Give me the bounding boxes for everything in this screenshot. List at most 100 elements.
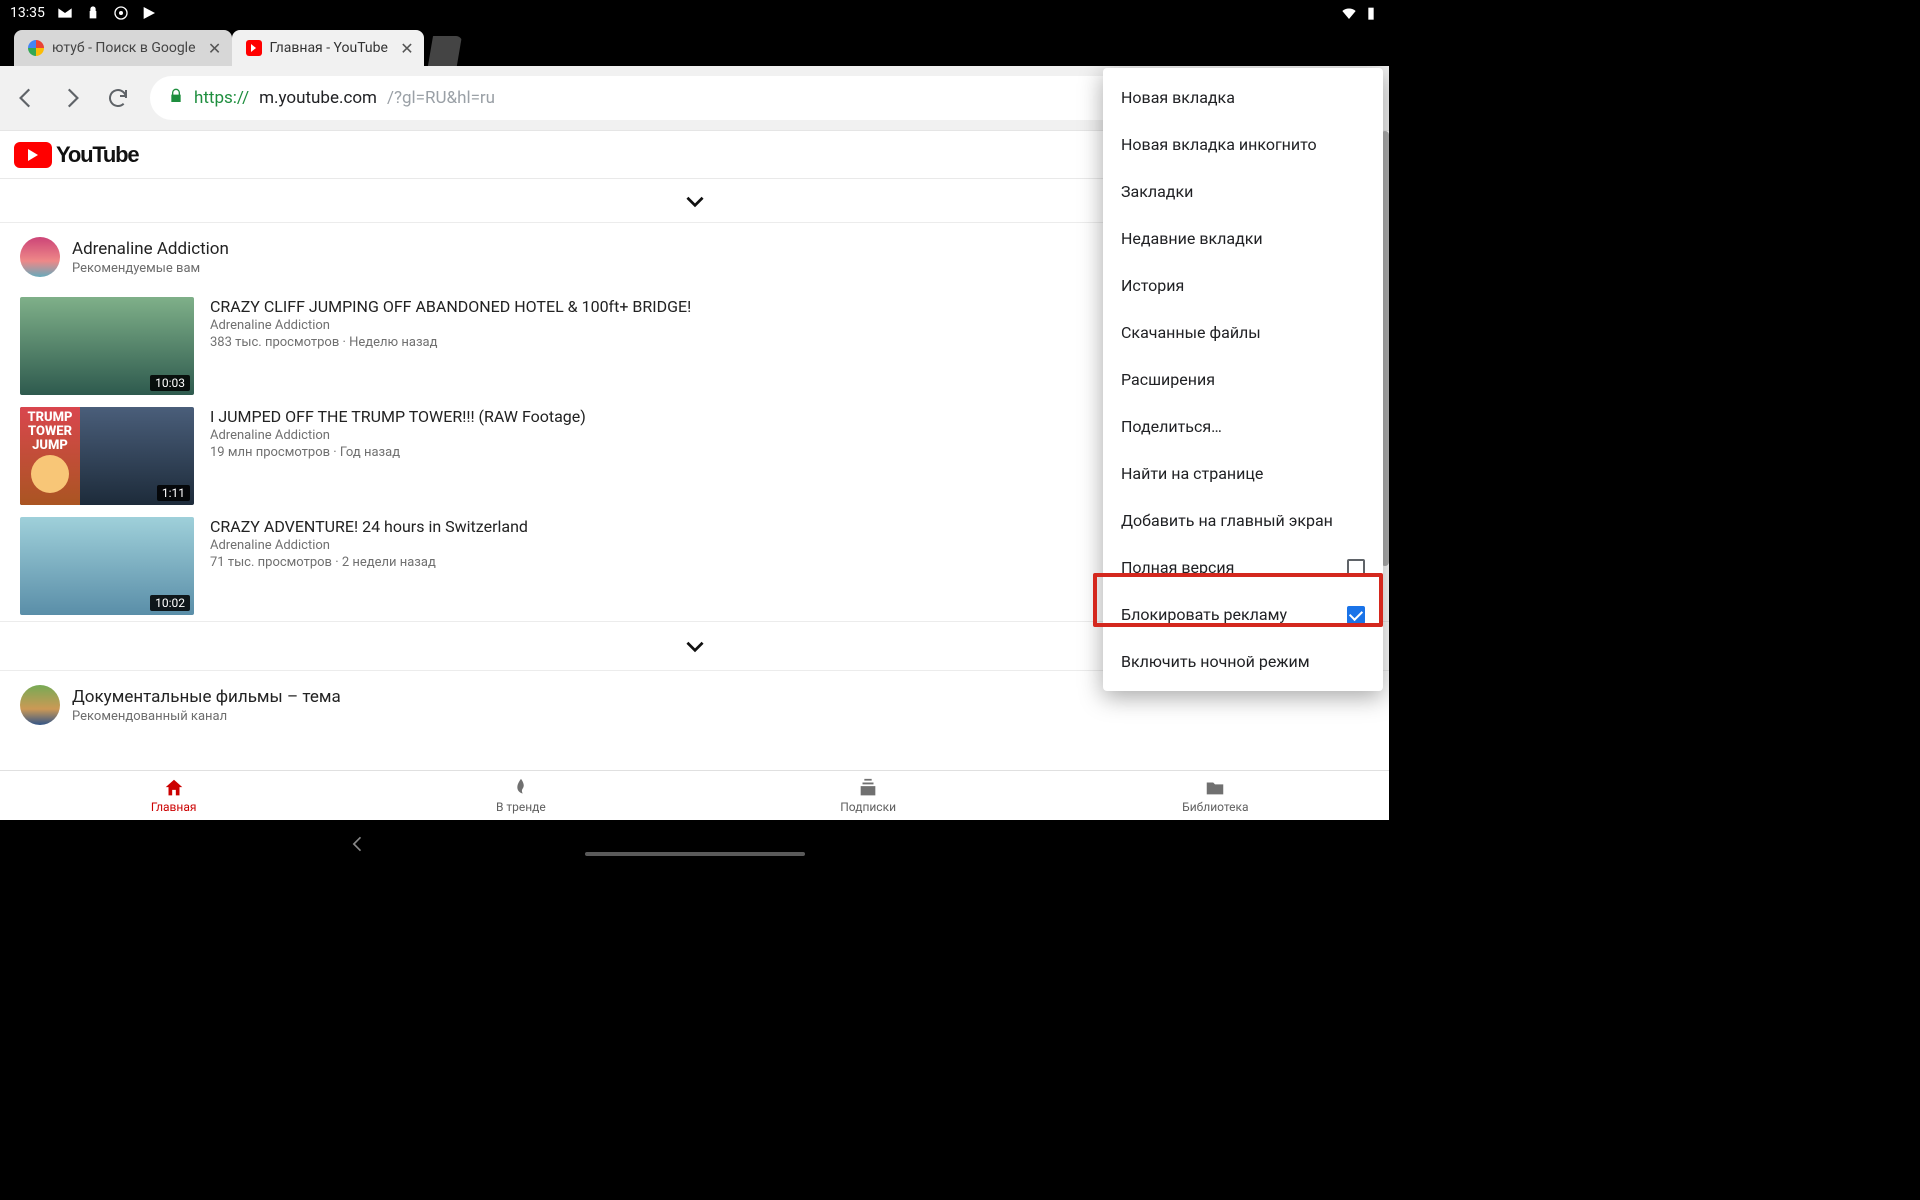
video-duration: 1:11 (157, 485, 190, 501)
gmail-icon (57, 5, 73, 21)
menu-item[interactable]: Недавние вкладки (1103, 215, 1383, 262)
bottom-nav-label: Главная (151, 800, 197, 814)
android-nav-bar (0, 820, 1389, 868)
bottom-nav-home[interactable]: Главная (0, 771, 347, 820)
overlay-line: TOWER (28, 425, 72, 439)
youtube-wordmark: YouTube (56, 142, 138, 168)
menu-item[interactable]: Новая вкладка инкогнито (1103, 121, 1383, 168)
menu-item-label: Блокировать рекламу (1121, 605, 1287, 624)
back-button[interactable] (12, 84, 40, 112)
menu-item[interactable]: Поделиться… (1103, 403, 1383, 450)
channel-avatar (20, 237, 60, 277)
video-duration: 10:02 (150, 595, 190, 611)
home-icon (163, 777, 185, 799)
video-channel: Adrenaline Addiction (210, 428, 586, 443)
channel-avatar (20, 685, 60, 725)
video-channel: Adrenaline Addiction (210, 538, 528, 553)
bottom-nav-label: Библиотека (1182, 800, 1248, 814)
video-title: CRAZY ADVENTURE! 24 hours in Switzerland (210, 517, 528, 536)
video-thumbnail: 10:02 (20, 517, 194, 615)
menu-item[interactable]: Включить ночной режим (1103, 638, 1383, 685)
android-back-button[interactable] (348, 834, 368, 858)
wifi-icon (1341, 5, 1357, 21)
menu-item[interactable]: Новая вкладка (1103, 74, 1383, 121)
url-path: /?gl=RU&hl=ru (387, 88, 495, 108)
tab-title: ютуб - Поиск в Google (52, 40, 196, 56)
menu-item-label: Новая вкладка (1121, 88, 1235, 107)
battery-icon (1363, 5, 1379, 21)
channel-name: Документальные фильмы – тема (72, 687, 341, 707)
tab-title: Главная - YouTube (270, 40, 388, 56)
menu-item[interactable]: Найти на странице (1103, 450, 1383, 497)
video-duration: 10:03 (150, 375, 190, 391)
menu-item-label: Добавить на главный экран (1121, 511, 1333, 530)
fire-icon (510, 777, 532, 799)
youtube-logo[interactable]: YouTube (14, 142, 138, 168)
close-icon[interactable]: ✕ (206, 39, 224, 57)
lock-icon (168, 88, 184, 109)
video-views: 71 тыс. просмотров · 2 недели назад (210, 555, 528, 570)
youtube-bottom-nav: Главная В тренде Подписки Библиотека (0, 770, 1389, 820)
chevron-down-icon (682, 633, 708, 659)
video-channel: Adrenaline Addiction (210, 318, 691, 333)
checkbox-icon[interactable] (1347, 559, 1365, 577)
folder-icon (1204, 777, 1226, 799)
overlay-line: JUMP (32, 439, 68, 453)
video-thumbnail: TRUMP TOWER JUMP 1:11 (20, 407, 194, 505)
overlay-line: TRUMP (28, 411, 73, 425)
tab-google-search[interactable]: ютуб - Поиск в Google ✕ (14, 30, 232, 66)
close-icon[interactable]: ✕ (398, 39, 416, 57)
youtube-play-icon (14, 142, 52, 168)
video-views: 19 млн просмотров · Год назад (210, 445, 586, 460)
menu-item-label: Полная версия (1121, 558, 1234, 577)
menu-item-label: Найти на странице (1121, 464, 1263, 483)
new-tab-button[interactable] (428, 36, 462, 66)
thumbnail-text-overlay: TRUMP TOWER JUMP (20, 407, 80, 505)
menu-item-label: Закладки (1121, 182, 1193, 201)
reload-button[interactable] (104, 84, 132, 112)
url-host: m.youtube.com (259, 88, 377, 108)
menu-item-label: История (1121, 276, 1184, 295)
menu-item[interactable]: Закладки (1103, 168, 1383, 215)
menu-item-label: Новая вкладка инкогнито (1121, 135, 1317, 154)
bottom-nav-subscriptions[interactable]: Подписки (695, 771, 1042, 820)
channel-name: Adrenaline Addiction (72, 239, 229, 259)
key-icon (85, 5, 101, 21)
menu-item[interactable]: Добавить на главный экран (1103, 497, 1383, 544)
chrome-icon (113, 5, 129, 21)
menu-item-label: Поделиться… (1121, 417, 1222, 436)
chevron-down-icon (682, 188, 708, 214)
bottom-nav-trending[interactable]: В тренде (347, 771, 694, 820)
menu-item[interactable]: Скачанные файлы (1103, 309, 1383, 356)
menu-item[interactable]: Полная версия (1103, 544, 1383, 591)
menu-item[interactable]: Расширения (1103, 356, 1383, 403)
android-home-handle[interactable] (585, 852, 805, 856)
play-icon (141, 5, 157, 21)
forward-button[interactable] (58, 84, 86, 112)
google-favicon-icon (28, 40, 44, 56)
video-title: I JUMPED OFF THE TRUMP TOWER!!! (RAW Foo… (210, 407, 586, 426)
bottom-nav-label: Подписки (840, 800, 896, 814)
menu-item-label: Расширения (1121, 370, 1215, 389)
checkbox-icon[interactable] (1347, 606, 1365, 624)
bottom-nav-label: В тренде (496, 800, 546, 814)
menu-item-label: Недавние вкладки (1121, 229, 1263, 248)
video-views: 383 тыс. просмотров · Неделю назад (210, 335, 691, 350)
url-scheme: https:// (194, 88, 249, 108)
video-thumbnail: 10:03 (20, 297, 194, 395)
browser-overflow-menu: Новая вкладка Новая вкладка инкогнито Закл… (1103, 68, 1383, 691)
android-status-bar: 13:35 (0, 0, 1389, 26)
youtube-favicon-icon (246, 40, 262, 56)
overlay-face-icon (31, 455, 69, 493)
channel-subtitle: Рекомендованный канал (72, 709, 341, 724)
menu-item[interactable]: Блокировать рекламу (1103, 591, 1383, 638)
browser-tab-strip: ютуб - Поиск в Google ✕ Главная - YouTub… (0, 26, 1389, 66)
clock: 13:35 (10, 5, 45, 21)
menu-item[interactable]: История (1103, 262, 1383, 309)
channel-subtitle: Рекомендуемые вам (72, 261, 229, 276)
video-title: CRAZY CLIFF JUMPING OFF ABANDONED HOTEL … (210, 297, 691, 316)
bottom-nav-library[interactable]: Библиотека (1042, 771, 1389, 820)
tab-youtube-home[interactable]: Главная - YouTube ✕ (232, 30, 424, 66)
subscriptions-icon (857, 777, 879, 799)
menu-item-label: Скачанные файлы (1121, 323, 1261, 342)
